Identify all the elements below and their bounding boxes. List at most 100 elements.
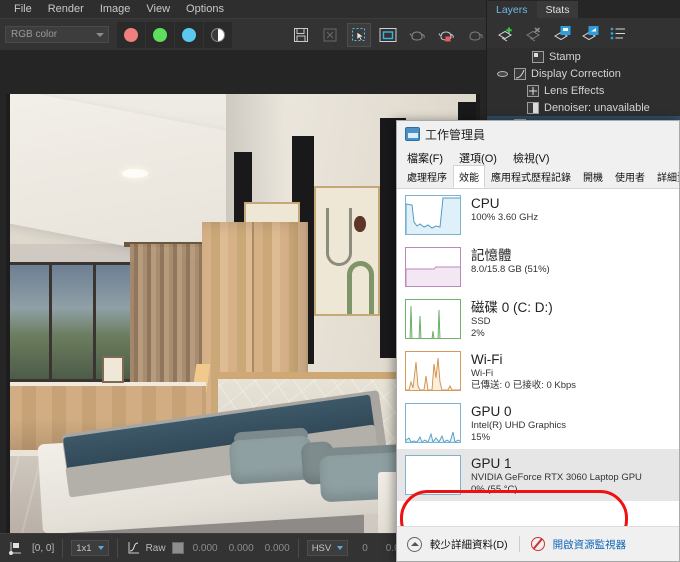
curve-icon	[514, 67, 526, 80]
sampled-color-swatch	[171, 542, 184, 554]
layer-name: Display Correction	[531, 67, 621, 80]
resource-detail-2: 15%	[471, 432, 491, 443]
layer-row-stamp[interactable]: Stamp	[487, 48, 680, 65]
less-details-button[interactable]: 較少詳細資料(D)	[430, 537, 508, 552]
curve-probe-icon	[128, 542, 139, 554]
menu-options[interactable]: Options	[178, 0, 232, 18]
tab-processes[interactable]: 處理程序	[401, 165, 453, 188]
resource-detail: Intel(R) UHD Graphics	[471, 420, 567, 431]
divider	[62, 538, 64, 558]
green-channel-button[interactable]	[146, 21, 174, 48]
teapot-icon[interactable]	[406, 24, 428, 46]
frame-icon[interactable]	[377, 24, 399, 46]
teapot-stop-icon[interactable]	[435, 24, 457, 46]
layer-name: Lens Effects	[544, 84, 605, 97]
layers-toolbar	[487, 18, 680, 48]
channel-select-label: RGB color	[11, 29, 58, 40]
open-resource-monitor-link[interactable]: 開啟資源監視器	[553, 537, 627, 552]
resource-detail: NVIDIA GeForce RTX 3060 Laptop GPU	[471, 472, 642, 483]
channel-swatches	[117, 21, 232, 48]
pixel-probe-icon	[9, 542, 21, 555]
resource-detail: 100% 3.60 GHz	[471, 212, 539, 223]
resource-detail: Wi-Fi	[471, 368, 494, 379]
performance-resource-list[interactable]: CPU 100% 3.60 GHz 記憶體 8.0/15.8 GB (51%)	[397, 189, 679, 528]
task-manager-tabs: 處理程序 效能 應用程式歷程記錄 開機 使用者 詳細資料 服務	[397, 165, 679, 189]
tab-layers[interactable]: Layers	[487, 1, 537, 18]
resource-item-wifi[interactable]: Wi-Fi Wi-Fi 已傳送: 0 已接收: 0 Kbps	[397, 345, 679, 397]
visibility-toggle[interactable]	[513, 52, 527, 62]
region-select-icon[interactable]	[347, 22, 371, 47]
menu-view[interactable]: 檢視(V)	[513, 150, 550, 166]
colorspace-select[interactable]: HSV	[306, 540, 349, 556]
task-manager-titlebar: 工作管理員	[397, 121, 679, 147]
resource-item-memory[interactable]: 記憶體 8.0/15.8 GB (51%)	[397, 241, 679, 293]
resource-item-disk0[interactable]: 磁碟 0 (C: D:) SSD 2%	[397, 293, 679, 345]
resource-detail: 8.0/15.8 GB (51%)	[471, 264, 550, 275]
menu-options[interactable]: 選項(O)	[459, 150, 497, 166]
cpu-graph	[405, 195, 461, 235]
delete-layer-icon[interactable]	[525, 25, 544, 42]
layer-name: Denoiser: unavailable	[544, 101, 650, 114]
load-layer-icon[interactable]	[553, 25, 572, 42]
layer-name: Stamp	[549, 50, 581, 63]
alpha-channel-button[interactable]	[204, 21, 232, 48]
chevron-up-icon[interactable]	[407, 536, 422, 552]
resource-item-cpu[interactable]: CPU 100% 3.60 GHz	[397, 189, 679, 241]
chevron-down-icon	[96, 33, 104, 37]
layer-row-lens-effects[interactable]: Lens Effects	[487, 82, 680, 99]
disk-graph	[405, 299, 461, 339]
gpu1-graph	[405, 455, 461, 495]
resource-heading: GPU 1	[471, 456, 512, 471]
resource-monitor-icon[interactable]	[530, 537, 545, 551]
raw-value-0: 0.000	[192, 542, 218, 554]
save-layer-icon[interactable]	[581, 25, 600, 42]
teapot-outline-icon[interactable]	[464, 24, 486, 46]
task-manager-window[interactable]: 工作管理員 檔案(F) 選項(O) 檢視(V) 處理程序 效能 應用程式歷程記錄…	[396, 120, 680, 562]
channel-select[interactable]: RGB color	[5, 26, 109, 43]
chevron-down-icon	[337, 546, 344, 550]
resource-heading: CPU	[471, 196, 500, 211]
layer-options-icon[interactable]	[609, 25, 628, 42]
menubar: File Render Image View Options	[0, 0, 486, 18]
network-graph	[405, 351, 461, 391]
tab-startup[interactable]: 開機	[577, 165, 609, 188]
resource-heading: GPU 0	[471, 404, 512, 419]
zoom-level: 1x1	[76, 542, 92, 554]
task-manager-icon	[405, 127, 420, 141]
menu-render[interactable]: Render	[40, 0, 92, 18]
lens-icon	[527, 84, 539, 97]
value-mode: Raw	[145, 542, 166, 554]
layer-row-denoiser[interactable]: Denoiser: unavailable	[487, 99, 680, 116]
add-layer-icon[interactable]	[497, 25, 516, 42]
cursor-coords: [0, 0]	[32, 542, 55, 554]
zoom-select[interactable]: 1x1	[71, 540, 109, 556]
raw-value-1: 0.000	[228, 542, 254, 554]
task-manager-footer: 較少詳細資料(D) 開啟資源監視器	[397, 526, 679, 561]
menu-file[interactable]: File	[6, 0, 40, 18]
menu-image[interactable]: Image	[92, 0, 139, 18]
memory-graph	[405, 247, 461, 287]
gpu0-graph	[405, 403, 461, 443]
blue-channel-button[interactable]	[175, 21, 203, 48]
resource-heading: Wi-Fi	[471, 352, 503, 367]
resource-detail-2: 已傳送: 0 已接收: 0 Kbps	[471, 380, 577, 391]
tab-performance[interactable]: 效能	[453, 165, 485, 188]
resource-heading: 記憶體	[471, 248, 512, 263]
menu-view[interactable]: View	[138, 0, 178, 18]
tab-details[interactable]: 詳細資料	[651, 165, 679, 188]
divider	[518, 536, 520, 552]
tab-users[interactable]: 使用者	[609, 165, 651, 188]
menu-file[interactable]: 檔案(F)	[407, 150, 443, 166]
divider	[297, 538, 299, 558]
denoiser-icon	[527, 101, 539, 114]
tab-stats[interactable]: Stats	[536, 1, 579, 18]
save-icon[interactable]	[290, 24, 312, 46]
save-as-icon[interactable]	[319, 24, 341, 46]
resource-item-gpu1[interactable]: GPU 1 NVIDIA GeForce RTX 3060 Laptop GPU…	[397, 449, 679, 501]
toolbar-actions	[290, 22, 486, 47]
resource-item-gpu0[interactable]: GPU 0 Intel(R) UHD Graphics 15%	[397, 397, 679, 449]
tab-app-history[interactable]: 應用程式歷程記錄	[485, 165, 577, 188]
red-channel-button[interactable]	[117, 21, 145, 48]
visibility-toggle[interactable]	[495, 69, 509, 79]
layer-row-display-correction[interactable]: Display Correction	[487, 65, 680, 82]
